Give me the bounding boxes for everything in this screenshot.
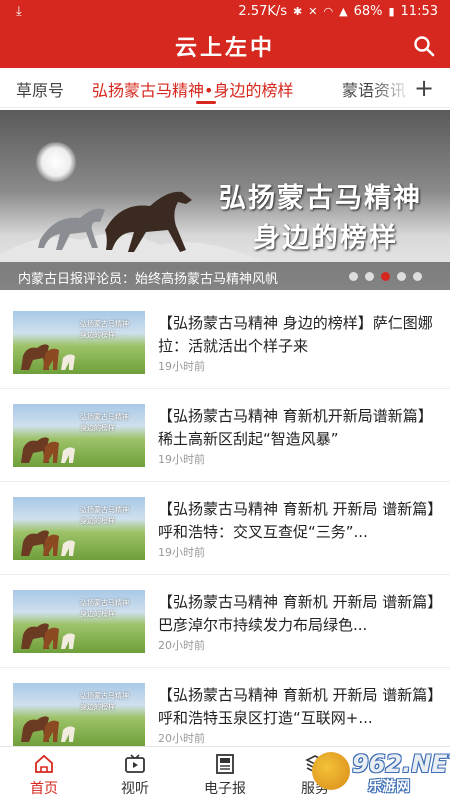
nav-label: 首页 [30, 781, 58, 797]
news-time: 20小时前 [158, 639, 205, 652]
news-title: 【弘扬蒙古马精神 育新机 开新局 谱新篇】呼和浩特玉泉区打造“互联网+... [158, 686, 435, 727]
signal-icon: ▲ [339, 5, 348, 18]
nav-video[interactable]: 视听 [105, 753, 165, 798]
banner-carousel[interactable]: 弘扬蒙古马精神 身边的榜样 内蒙古日报评论员：始终高扬蒙古马精神风帆 [0, 110, 450, 290]
clock: 11:53 [400, 4, 438, 19]
news-time: 19小时前 [158, 453, 205, 466]
carousel-dot[interactable] [349, 272, 358, 281]
newspaper-icon [216, 754, 234, 774]
news-thumbnail: 弘扬蒙古马精神 身边的榜样 [13, 590, 145, 653]
add-channel-icon[interactable]: + [412, 74, 436, 102]
news-time: 19小时前 [158, 360, 205, 373]
news-title: 【弘扬蒙古马精神 育新机 开新局 谱新篇】巴彦淖尔市持续发力布局绿色... [158, 593, 435, 634]
news-title: 【弘扬蒙古马精神 身边的榜样】萨仁图娜拉：活就活出个样子来 [158, 314, 433, 355]
carousel-dot[interactable] [397, 272, 406, 281]
active-tab-indicator [196, 101, 216, 104]
bluetooth-icon: ✱ [293, 5, 303, 18]
news-thumbnail: 弘扬蒙古马精神 身边的榜样 [13, 404, 145, 467]
carousel-dot[interactable] [413, 272, 422, 281]
news-item[interactable]: 弘扬蒙古马精神 身边的榜样 【弘扬蒙古马精神 育新机开新局谱新篇】稀土高新区刮起“… [0, 389, 450, 482]
watermark-main-text: 962.NET [352, 750, 450, 778]
news-item[interactable]: 弘扬蒙古马精神 身边的榜样 【弘扬蒙古马精神 育新机 开新局 谱新篇】呼和浩特：交… [0, 482, 450, 575]
watermark-logo [312, 752, 350, 790]
home-icon [35, 754, 53, 773]
status-bar: ⤓ 2.57K/s ✱ ✕ ◠ ▲ 68% ▮ 11:53 [0, 0, 450, 24]
search-icon[interactable] [412, 34, 436, 58]
carousel-dots [349, 272, 422, 281]
battery-level: 68% [353, 4, 383, 19]
news-thumbnail: 弘扬蒙古马精神 身边的榜样 [13, 497, 145, 560]
news-item[interactable]: 弘扬蒙古马精神 身边的榜样 【弘扬蒙古马精神 育新机 开新局 谱新篇】巴彦淖尔市持… [0, 575, 450, 668]
app-bar: 云上左中 [0, 24, 450, 68]
news-time: 19小时前 [158, 546, 205, 559]
news-thumbnail: 弘扬蒙古马精神 身边的榜样 [13, 311, 145, 374]
site-watermark: 962.NET 乐游网 [312, 748, 450, 795]
wifi-icon: ◠ [323, 5, 334, 18]
tab-caoyuanhao[interactable]: 草原号 [16, 77, 64, 101]
news-item[interactable]: 弘扬蒙古马精神 身边的榜样 【弘扬蒙古马精神 身边的榜样】萨仁图娜拉：活就活出个样… [0, 296, 450, 389]
carousel-dot[interactable] [365, 272, 374, 281]
nav-label: 电子报 [204, 781, 246, 797]
watermark-sub-text: 乐游网 [368, 779, 410, 795]
banner-caption-bar: 内蒙古日报评论员：始终高扬蒙古马精神风帆 [0, 262, 450, 290]
network-speed: 2.57K/s [238, 4, 288, 19]
nav-epaper[interactable]: 电子报 [195, 753, 255, 798]
status-indicators: 2.57K/s ✱ ✕ ◠ ▲ 68% ▮ 11:53 [238, 4, 438, 19]
news-list: 弘扬蒙古马精神 身边的榜样 【弘扬蒙古马精神 身边的榜样】萨仁图娜拉：活就活出个样… [0, 296, 450, 761]
tab-fade [372, 68, 412, 106]
banner-caption: 内蒙古日报评论员：始终高扬蒙古马精神风帆 [18, 272, 279, 287]
channel-tabs: 草原号 弘扬蒙古马精神•身边的榜样 蒙语资讯 + [0, 68, 450, 108]
battery-icon: ▮ [388, 5, 395, 18]
carousel-dot-active[interactable] [381, 272, 390, 281]
tab-mongol-horse-spirit[interactable]: 弘扬蒙古马精神•身边的榜样 [92, 77, 293, 101]
app-title: 云上左中 [174, 35, 275, 61]
news-title: 【弘扬蒙古马精神 育新机 开新局 谱新篇】呼和浩特：交叉互查促“三务”... [158, 500, 435, 541]
video-icon [125, 754, 145, 773]
banner-headline-1: 弘扬蒙古马精神 [219, 183, 422, 214]
nav-home[interactable]: 首页 [14, 753, 74, 798]
mute-icon: ✕ [308, 5, 318, 18]
banner-headline-2: 身边的榜样 [253, 223, 398, 254]
news-time: 20小时前 [158, 732, 205, 745]
news-title: 【弘扬蒙古马精神 育新机开新局谱新篇】稀土高新区刮起“智造风暴” [158, 407, 433, 448]
nav-label: 视听 [121, 781, 149, 797]
download-icon: ⤓ [16, 4, 22, 19]
news-thumbnail: 弘扬蒙古马精神 身边的榜样 [13, 683, 145, 746]
